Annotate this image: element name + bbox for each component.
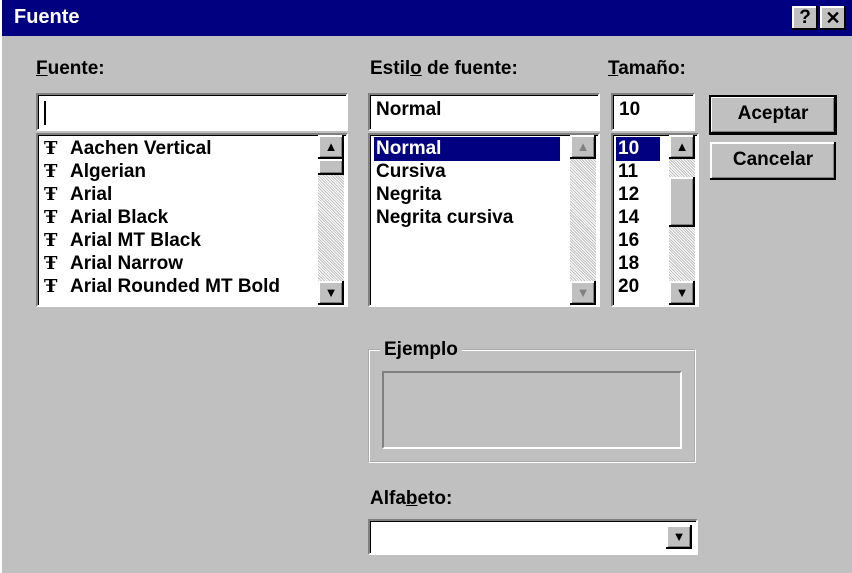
size-input[interactable]: 10 — [611, 93, 695, 131]
font-list-item[interactable]: Ŧ Arial Rounded MT Bold — [42, 275, 280, 299]
truetype-icon: Ŧ — [44, 230, 58, 251]
help-button[interactable]: ? — [792, 6, 818, 30]
size-list-item[interactable]: 14 — [616, 206, 639, 230]
style-list-item[interactable]: Negrita — [374, 183, 441, 207]
font-list-item[interactable]: Ŧ Arial MT Black — [42, 229, 201, 253]
scroll-thumb[interactable] — [669, 177, 695, 227]
font-dialog: Fuente ? ✕ Fuente: Ŧ Aachen Vertical Ŧ Alg… — [0, 0, 852, 573]
scroll-thumb[interactable] — [318, 159, 344, 175]
title-bar[interactable]: Fuente ? ✕ — [2, 0, 852, 36]
font-list-item[interactable]: Ŧ Arial Black — [42, 206, 168, 230]
font-input[interactable] — [36, 93, 348, 131]
size-list-item[interactable]: 18 — [616, 252, 639, 276]
scroll-down-icon[interactable]: ▼ — [318, 281, 344, 305]
size-list-item[interactable]: 16 — [616, 229, 639, 253]
font-list-item[interactable]: Ŧ Aachen Vertical — [42, 137, 212, 161]
style-list-item[interactable]: Negrita cursiva — [374, 206, 513, 230]
scroll-up-icon[interactable]: ▲ — [570, 135, 596, 159]
truetype-icon: Ŧ — [44, 253, 58, 274]
cancel-button[interactable]: Cancelar — [710, 142, 836, 180]
size-list[interactable]: 10 11 12 14 16 18 20 ▲ ▼ — [611, 133, 699, 307]
sample-preview — [382, 371, 682, 449]
font-list-item[interactable]: Ŧ Algerian — [42, 160, 146, 184]
style-list[interactable]: Normal Cursiva Negrita Negrita cursiva ▲… — [368, 133, 600, 307]
scroll-up-icon[interactable]: ▲ — [318, 135, 344, 159]
size-label: Tamaño: — [608, 58, 686, 79]
close-button[interactable]: ✕ — [820, 6, 846, 30]
size-list-item[interactable]: 12 — [616, 183, 639, 207]
truetype-icon: Ŧ — [44, 207, 58, 228]
text-caret — [44, 101, 46, 125]
truetype-icon: Ŧ — [44, 276, 58, 297]
sample-label: Ejemplo — [380, 339, 462, 361]
style-label: Estilo de fuente: — [370, 58, 518, 79]
size-list-scrollbar[interactable]: ▲ ▼ — [669, 135, 695, 305]
charset-label: Alfabeto: — [370, 488, 453, 509]
font-list-item[interactable]: Ŧ Arial Narrow — [42, 252, 183, 276]
style-list-item-selected[interactable]: Normal — [374, 137, 560, 161]
truetype-icon: Ŧ — [44, 184, 58, 205]
style-list-scrollbar[interactable]: ▲ ▼ — [570, 135, 596, 305]
scroll-up-icon[interactable]: ▲ — [669, 135, 695, 159]
charset-select[interactable]: ▼ — [368, 519, 698, 555]
font-list-item[interactable]: Ŧ Arial — [42, 183, 112, 207]
style-list-item[interactable]: Cursiva — [374, 160, 446, 184]
size-list-item[interactable]: 20 — [616, 275, 639, 299]
font-label: Fuente: — [36, 58, 105, 79]
style-input[interactable]: Normal — [368, 93, 600, 131]
truetype-icon: Ŧ — [44, 161, 58, 182]
accept-button[interactable]: Aceptar — [709, 95, 837, 135]
font-list[interactable]: Ŧ Aachen Vertical Ŧ Algerian Ŧ Arial Ŧ Arial… — [36, 133, 348, 307]
size-list-item[interactable]: 11 — [616, 160, 638, 184]
font-list-scrollbar[interactable]: ▲ ▼ — [318, 135, 344, 305]
truetype-icon: Ŧ — [44, 138, 58, 159]
scroll-down-icon[interactable]: ▼ — [570, 281, 596, 305]
dropdown-arrow-icon[interactable]: ▼ — [666, 525, 692, 549]
window-title: Fuente — [14, 6, 80, 28]
size-list-item-selected[interactable]: 10 — [616, 137, 660, 161]
scroll-down-icon[interactable]: ▼ — [669, 281, 695, 305]
